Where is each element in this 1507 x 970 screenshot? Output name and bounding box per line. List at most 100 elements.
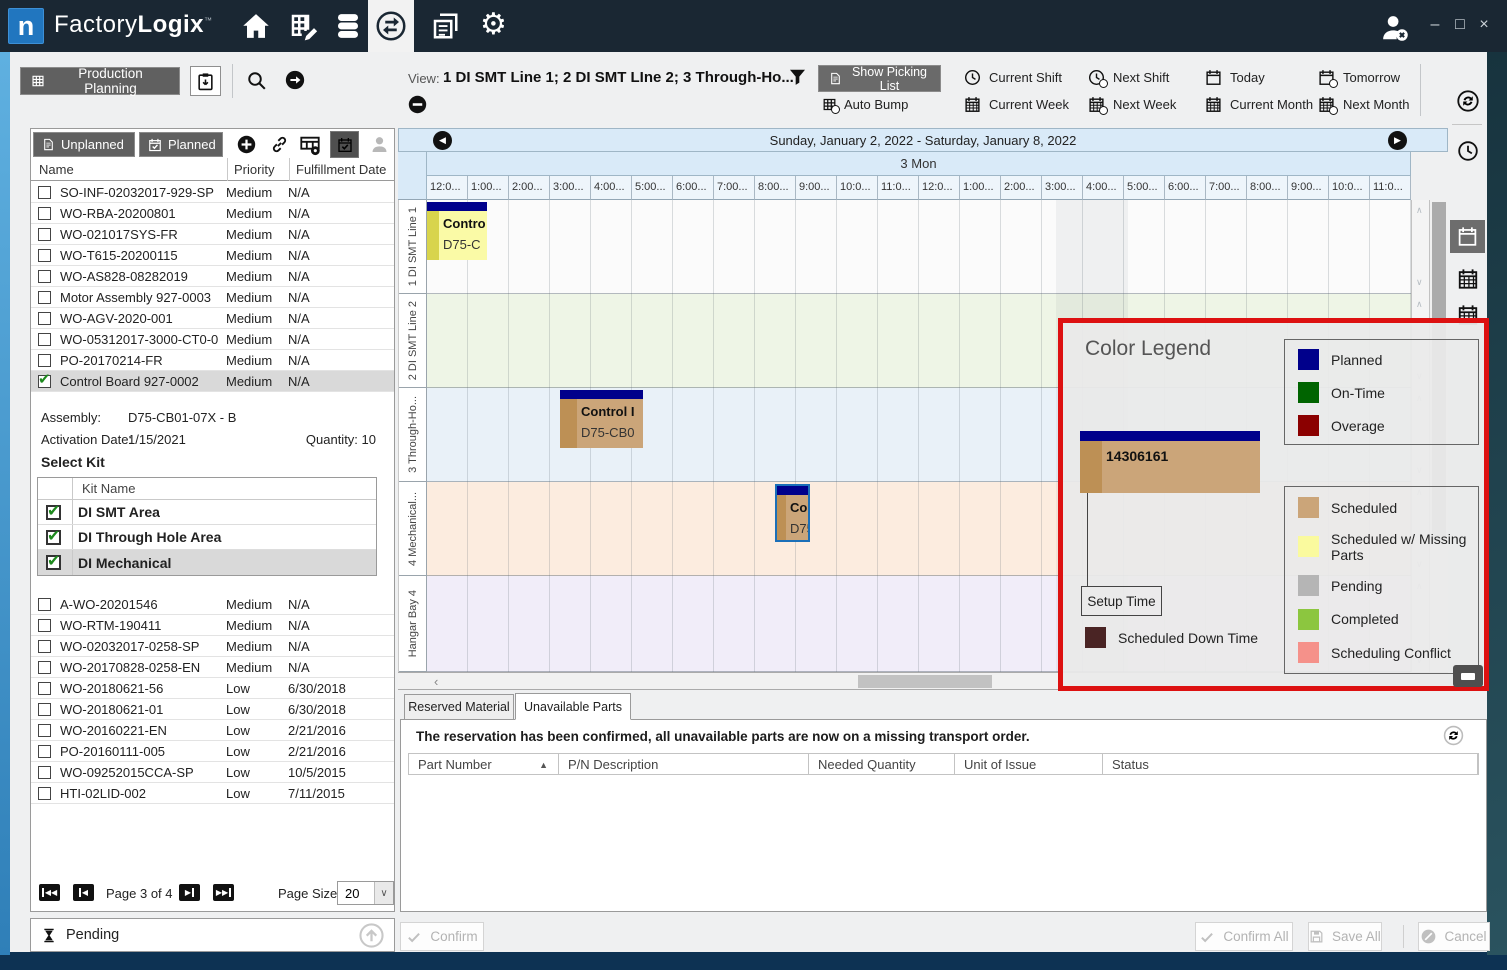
next-week-icon[interactable]: ▶ xyxy=(1388,131,1407,150)
shortcut-current-month[interactable]: Current Month xyxy=(1205,96,1318,113)
kit-table-header[interactable]: Kit Name xyxy=(38,478,376,500)
sync-icon[interactable] xyxy=(1457,90,1479,117)
table-row[interactable]: Motor Assembly 927-0003MediumN/A xyxy=(31,287,394,308)
active-nav-tab[interactable] xyxy=(368,0,414,52)
gantt-row[interactable] xyxy=(427,200,1411,294)
table-settings-icon[interactable] xyxy=(299,134,321,156)
user-logout-icon[interactable] xyxy=(1378,13,1412,43)
shortcut-next-month[interactable]: Next Month xyxy=(1318,96,1440,113)
row-checkbox[interactable] xyxy=(38,375,51,388)
last-page-button[interactable]: ▶▶ xyxy=(213,884,234,901)
table-row[interactable]: WO-021017SYS-FRMediumN/A xyxy=(31,224,394,245)
row-checkbox[interactable] xyxy=(38,619,51,632)
week-view-calendar-icon[interactable] xyxy=(1457,268,1479,295)
day-view-button[interactable] xyxy=(1450,220,1485,253)
table-row[interactable]: WO-20160221-ENLow2/21/2016 xyxy=(31,720,394,741)
kit-row[interactable]: DI SMT Area xyxy=(38,500,376,525)
table-row[interactable]: SO-INF-02032017-929-SPMediumN/A xyxy=(31,182,394,203)
reports-pages-icon[interactable] xyxy=(430,11,460,41)
row-checkbox[interactable] xyxy=(38,186,51,199)
table-row[interactable]: WO-02032017-0258-SPMediumN/A xyxy=(31,636,394,657)
table-row[interactable]: WO-AS828-08282019MediumN/A xyxy=(31,266,394,287)
table-row[interactable]: WO-20180621-56Low6/30/2018 xyxy=(31,678,394,699)
parts-column-p-n-description[interactable]: P/N Description xyxy=(559,754,809,774)
row-checkbox[interactable] xyxy=(38,745,51,758)
shortcut-current-shift[interactable]: Current Shift xyxy=(964,69,1088,86)
page-size-select[interactable]: 20∨ xyxy=(337,881,394,905)
table-row[interactable]: WO-T615-20200115MediumN/A xyxy=(31,245,394,266)
row-checkbox[interactable] xyxy=(38,766,51,779)
hour-view-clock-icon[interactable] xyxy=(1457,140,1479,167)
confirm-all-button[interactable]: Confirm All xyxy=(1195,922,1293,951)
row-checkbox[interactable] xyxy=(38,724,51,737)
publish-up-icon[interactable] xyxy=(359,923,384,948)
shortcut-today[interactable]: Today xyxy=(1205,69,1318,86)
auto-bump-button[interactable]: Auto Bump xyxy=(822,97,908,112)
table-row[interactable]: Control Board 927-0002MediumN/A xyxy=(31,371,394,392)
table-row[interactable]: PO-20160111-005Low2/21/2016 xyxy=(31,741,394,762)
kit-checkbox[interactable] xyxy=(46,530,61,545)
close-button[interactable]: × xyxy=(1473,16,1495,34)
row-checkbox[interactable] xyxy=(38,270,51,283)
gantt-bar[interactable]: Control ID75-CB0 xyxy=(560,390,643,448)
row-checkbox[interactable] xyxy=(38,640,51,653)
gantt-bar[interactable]: CorD75 xyxy=(775,484,810,542)
materials-stack-icon[interactable] xyxy=(333,11,363,41)
schedule-button-active[interactable] xyxy=(330,131,359,158)
parts-column-unit-of-issue[interactable]: Unit of Issue xyxy=(955,754,1103,774)
settings-gear-icon[interactable]: ⚙ xyxy=(480,8,507,42)
zoom-out-minus-icon[interactable] xyxy=(408,95,427,114)
row-checkbox[interactable] xyxy=(38,228,51,241)
kit-checkbox[interactable] xyxy=(46,505,61,520)
shortcut-tomorrow[interactable]: Tomorrow xyxy=(1318,69,1440,86)
table-row[interactable]: WO-RBA-20200801MediumN/A xyxy=(31,203,394,224)
row-checkbox[interactable] xyxy=(38,291,51,304)
table-row[interactable]: WO-09252015CCA-SPLow10/5/2015 xyxy=(31,762,394,783)
prev-week-icon[interactable]: ◀ xyxy=(433,131,452,150)
kit-row[interactable]: DI Mechanical xyxy=(38,550,376,575)
tab-unavailable-parts[interactable]: Unavailable Parts xyxy=(515,693,631,720)
cancel-button[interactable]: Cancel xyxy=(1418,922,1490,951)
view-value[interactable]: 1 DI SMT Line 1; 2 DI SMT LIne 2; 3 Thro… xyxy=(443,69,794,86)
home-icon[interactable] xyxy=(241,11,271,41)
go-arrow-icon[interactable] xyxy=(285,70,305,90)
col-name[interactable]: Name xyxy=(39,162,74,177)
table-row[interactable]: WO-RTM-190411MediumN/A xyxy=(31,615,394,636)
show-picking-list-button[interactable]: Show Picking List xyxy=(818,65,941,92)
table-row[interactable]: WO-AGV-2020-001MediumN/A xyxy=(31,308,394,329)
list-header[interactable]: Name Priority Fulfillment Date xyxy=(31,158,394,181)
tab-reserved-material[interactable]: Reserved Material xyxy=(404,694,514,720)
kit-name-column[interactable]: Kit Name xyxy=(82,481,135,496)
chevron-up-icon[interactable]: ∧ xyxy=(1416,299,1423,310)
scroll-left-icon[interactable]: ‹ xyxy=(434,674,438,689)
tab-planned[interactable]: Planned xyxy=(139,132,223,157)
refresh-icon[interactable] xyxy=(1443,725,1464,751)
clipboard-button[interactable] xyxy=(190,66,221,96)
row-checkbox[interactable] xyxy=(38,787,51,800)
row-checkbox[interactable] xyxy=(38,354,51,367)
save-all-button[interactable]: Save All xyxy=(1308,922,1382,951)
row-checkbox[interactable] xyxy=(38,333,51,346)
row-checkbox[interactable] xyxy=(38,249,51,262)
planning-grid-pencil-icon[interactable] xyxy=(288,11,318,41)
table-row[interactable]: WO-20170828-0258-ENMediumN/A xyxy=(31,657,394,678)
shortcut-next-week[interactable]: Next Week xyxy=(1088,96,1205,113)
col-priority[interactable]: Priority xyxy=(234,162,274,177)
maximize-button[interactable]: □ xyxy=(1449,16,1471,34)
table-row[interactable]: WO-20180621-01Low6/30/2018 xyxy=(31,699,394,720)
kit-row[interactable]: DI Through Hole Area xyxy=(38,525,376,550)
kit-checkbox[interactable] xyxy=(46,555,61,570)
row-checkbox[interactable] xyxy=(38,207,51,220)
table-row[interactable]: HTI-02LID-002Low7/11/2015 xyxy=(31,783,394,804)
search-icon[interactable] xyxy=(246,70,267,91)
parts-column-part-number[interactable]: Part Number▲ xyxy=(409,754,559,774)
row-checkbox[interactable] xyxy=(38,703,51,716)
tab-unplanned[interactable]: Unplanned xyxy=(33,132,135,157)
transfers-swap-icon[interactable] xyxy=(376,11,406,41)
row-checkbox[interactable] xyxy=(38,661,51,674)
parts-table-header[interactable]: Part Number▲P/N DescriptionNeeded Quanti… xyxy=(408,753,1479,775)
production-planning-button[interactable]: Production Planning xyxy=(20,67,180,95)
legend-toggle-button[interactable] xyxy=(1453,665,1483,687)
table-row[interactable]: WO-05312017-3000-CT0-01MediumN/A xyxy=(31,329,394,350)
row-checkbox[interactable] xyxy=(38,312,51,325)
